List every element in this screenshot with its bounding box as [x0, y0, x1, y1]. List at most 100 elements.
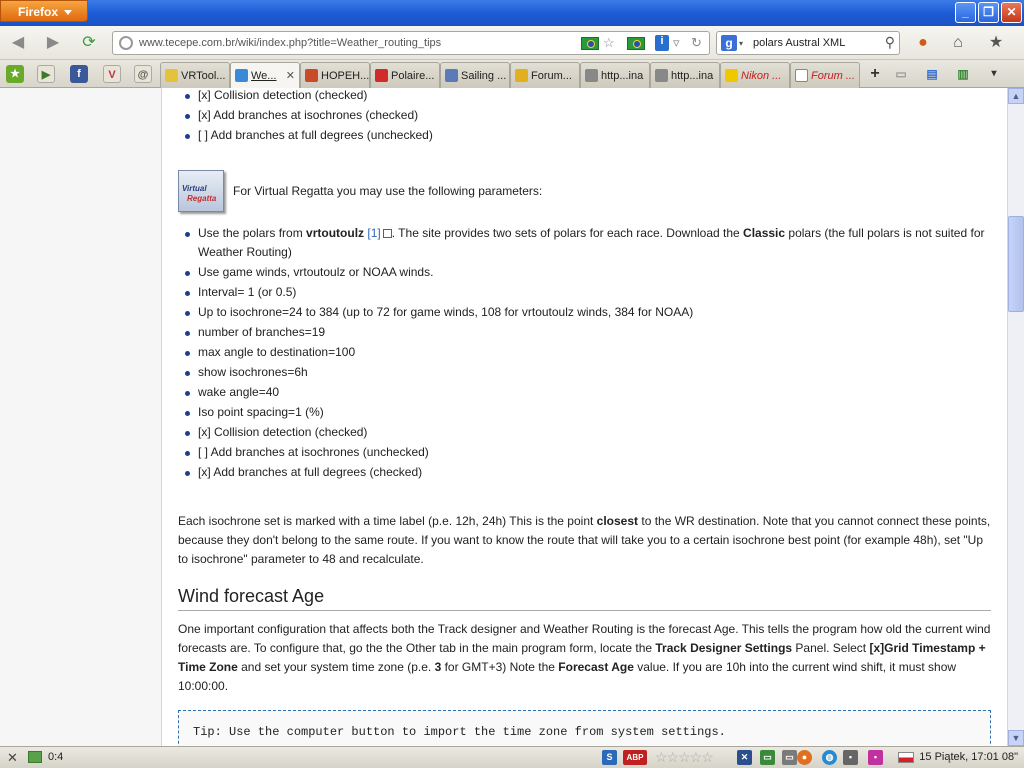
tab-favicon	[165, 69, 178, 82]
forward-button[interactable]: ▶	[42, 32, 64, 54]
external-link-icon	[382, 229, 392, 239]
download-icon[interactable]	[28, 751, 42, 763]
tab-hopeh[interactable]: HOPEH...	[300, 62, 370, 88]
bookmarks-menu-icon[interactable]: ★	[985, 32, 1007, 54]
tab-list-dropdown-icon[interactable]: ▾	[985, 65, 1003, 83]
list-item: wake angle=40	[178, 383, 991, 402]
addon-icon[interactable]: ●	[912, 32, 934, 54]
home-icon[interactable]: ⌂	[947, 32, 969, 54]
close-addon-bar-icon[interactable]: ✕	[7, 750, 18, 766]
close-tab-icon[interactable]: ✕	[286, 69, 295, 82]
tab-label: HOPEH...	[321, 70, 370, 82]
tab-sailing[interactable]: Sailing ...	[440, 62, 510, 88]
addon-status-icon-2[interactable]: ▭	[782, 750, 797, 765]
bold-text: vrtoutoulz	[306, 226, 365, 240]
firefox-menu-button[interactable]: Firefox	[0, 0, 88, 22]
tab-forum-2[interactable]: Forum ...	[790, 62, 860, 88]
tab-label: http...ina	[671, 70, 714, 82]
text: Panel. Select	[792, 641, 870, 655]
wiki-sidebar	[0, 88, 162, 746]
tab-groups-icon[interactable]: ★	[6, 65, 24, 83]
refresh-addon-icon[interactable]: ⟳	[78, 32, 100, 54]
maximize-button[interactable]: ❐	[978, 2, 999, 23]
xmarks-icon[interactable]: ✕	[737, 750, 752, 765]
close-window-button[interactable]: ✕	[1001, 2, 1022, 23]
text: and set your system time zone (p.e.	[237, 660, 435, 674]
app-tab-4-icon[interactable]: @	[134, 65, 152, 83]
list-item: number of branches=19	[178, 323, 991, 342]
google-icon[interactable]: g	[721, 35, 737, 51]
tab-polaire[interactable]: Polaire...	[370, 62, 440, 88]
text: . The site provides two sets of polars f…	[391, 226, 744, 240]
globe-icon[interactable]: ◍	[822, 750, 837, 765]
page-content: [x] Collision detection (checked) [x] Ad…	[163, 88, 1006, 746]
addon-status-icon[interactable]: ▭	[760, 750, 775, 765]
vertical-scrollbar[interactable]: ▲ ▼	[1007, 88, 1024, 746]
toolbar-extra-icon[interactable]: ▭	[892, 65, 910, 83]
dropdown-arrow-icon	[64, 10, 73, 16]
scrollbar-thumb[interactable]	[1008, 216, 1024, 312]
text: Each isochrone set is marked with a time…	[178, 514, 597, 528]
engine-dropdown-icon[interactable]: ▾	[739, 39, 743, 48]
site-identity-icon[interactable]	[119, 36, 133, 50]
list-item: [x] Collision detection (checked)	[178, 423, 991, 442]
status-bar: ✕ 0:4 S ABP ☆☆☆☆☆ ✕ ▭ ▭ ● ◍ ▪ ▪ 15 Piąte…	[0, 746, 1024, 768]
tab-label: Forum...	[531, 70, 572, 82]
adblock-plus-icon[interactable]: ABP	[623, 750, 647, 765]
list-item: [ ] Add branches at isochrones (unchecke…	[178, 443, 991, 462]
tab-nikon[interactable]: Nikon ...	[720, 62, 790, 88]
tab-label: http...ina	[601, 70, 644, 82]
tab-label: We...	[251, 70, 277, 82]
tab-favicon	[305, 69, 318, 82]
tab-favicon	[445, 69, 458, 82]
url-bar[interactable]: www.tecepe.com.br/wiki/index.php?title=W…	[112, 31, 710, 55]
tab-forum[interactable]: Forum...	[510, 62, 580, 88]
virtual-regatta-block: Virtual Regatta For Virtual Regatta you …	[178, 170, 991, 214]
search-bar[interactable]: g ▾ polars Austral XML ⚲	[716, 31, 900, 55]
tab-http-1[interactable]: http...ina	[580, 62, 650, 88]
reload-icon[interactable]: ↻	[691, 35, 702, 51]
app-tab-3-icon[interactable]: V	[103, 65, 121, 83]
tab-label: Sailing ...	[461, 70, 507, 82]
skype-icon[interactable]: S	[602, 750, 617, 765]
virtual-regatta-logo: Virtual Regatta	[178, 170, 224, 212]
forecast-age-paragraph: One important configuration that affects…	[178, 620, 991, 696]
search-input[interactable]: polars Austral XML	[753, 37, 845, 49]
list-item: Use game winds, vrtoutoulz or NOAA winds…	[178, 263, 991, 282]
text: for GMT+3) Note the	[441, 660, 559, 674]
logo-text-bottom: Regatta	[187, 194, 217, 203]
tray-icon-2[interactable]: ▪	[868, 750, 883, 765]
scroll-down-button[interactable]: ▼	[1008, 730, 1024, 746]
scroll-up-button[interactable]: ▲	[1008, 88, 1024, 104]
external-link[interactable]: [1]	[367, 226, 380, 240]
facebook-icon[interactable]: f	[70, 65, 88, 83]
tab-weather-routing[interactable]: We... ✕	[230, 62, 300, 89]
system-clock: 15 Piątek, 17:01 08"	[919, 751, 1018, 763]
new-tab-icon[interactable]: +	[866, 65, 884, 83]
tab-tool-icon[interactable]: ▥	[954, 65, 972, 83]
poland-flag-icon[interactable]	[898, 752, 914, 763]
firefox-icon[interactable]: ●	[797, 750, 812, 765]
tab-http-2[interactable]: http...ina	[650, 62, 720, 88]
minimize-button[interactable]: _	[955, 2, 976, 23]
tray-icon[interactable]: ▪	[843, 750, 858, 765]
bold-text: closest	[596, 514, 639, 528]
tab-bar: ★ ▶ f V @ VRTool... We... ✕ HOPEH... Pola…	[0, 60, 1024, 89]
settings-list-2: Use the polars from vrtoutoulz [1] . The …	[178, 224, 991, 482]
back-button[interactable]: ◀	[7, 32, 29, 54]
app-tab-1-icon[interactable]: ▶	[37, 65, 55, 83]
list-all-tabs-icon[interactable]: ▤	[923, 65, 941, 83]
info-icon[interactable]: i	[655, 35, 669, 51]
tab-vrtool[interactable]: VRTool...	[160, 62, 230, 88]
tab-favicon	[655, 69, 668, 82]
tip-text: Tip: Use the computer button to import t…	[193, 725, 726, 739]
status-count: 0:4	[48, 751, 64, 763]
search-icon[interactable]: ⚲	[885, 34, 895, 51]
tab-favicon	[515, 69, 528, 82]
rating-stars[interactable]: ☆☆☆☆☆	[655, 749, 714, 766]
bookmark-star-icon[interactable]: ☆	[603, 35, 615, 51]
tab-favicon	[795, 69, 808, 82]
history-dropdown-icon[interactable]: ▿	[673, 35, 680, 51]
tab-label: Polaire...	[391, 70, 435, 82]
url-text[interactable]: www.tecepe.com.br/wiki/index.php?title=W…	[139, 37, 441, 49]
